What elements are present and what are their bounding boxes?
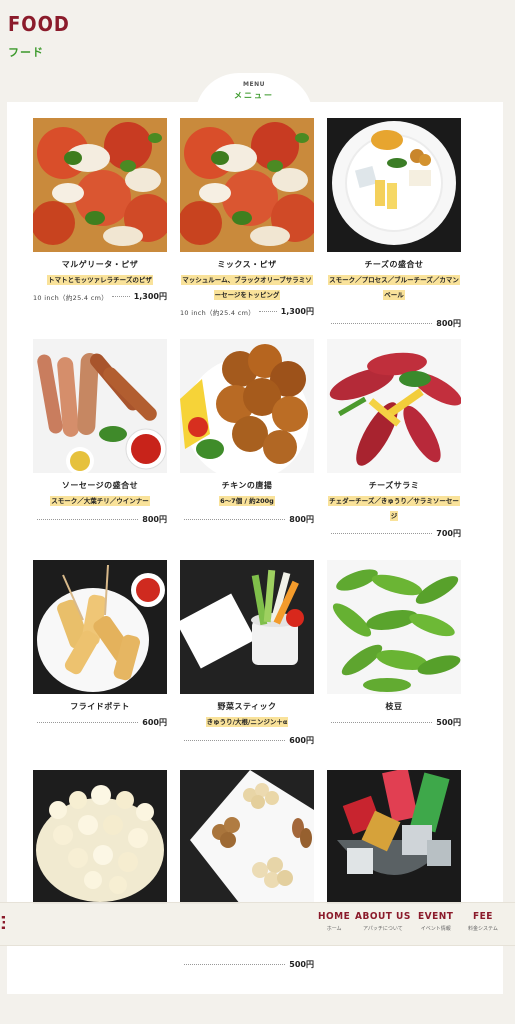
menu-panel: マルゲリータ・ピザ トマトとモッツァレラチーズのピザ 10 inch（約25.4… [7, 102, 503, 994]
leader-dots [331, 533, 433, 534]
item-desc: チェダーチーズ／きゅうり／サラミソーセージ [328, 496, 460, 521]
price-row: 500円 [180, 959, 314, 970]
item-price: 800円 [289, 515, 314, 524]
item-price: 500円 [289, 960, 314, 969]
leader-dots [184, 519, 286, 520]
item-desc: スモーク／プロセス／ブルーチーズ／カマンベール [328, 275, 460, 300]
item-desc: 6～7個 / 約200g [219, 496, 275, 506]
price-row: 500円 [327, 717, 461, 728]
leader-dots [37, 722, 139, 723]
bottom-nav-bar: Ξ HOME ホーム ABOUT US アパッチについて EVENT イベント情… [0, 902, 515, 946]
cheese-photo [327, 118, 461, 252]
nav-event-label: EVENT [418, 911, 454, 922]
nav-logo-edge[interactable]: Ξ [0, 913, 5, 933]
item-name: 枝豆 [385, 702, 403, 711]
nav-fee-label: FEE [472, 911, 493, 922]
nav-home-sublabel: ホーム [326, 926, 342, 932]
nav-fee[interactable]: FEE 料金システム [468, 911, 498, 932]
item-desc: トマトとモッツァレラチーズのピザ [47, 275, 153, 285]
item-desc: スモーク／大葉チリ／ウインナー [50, 496, 150, 506]
item-price: 800円 [436, 319, 461, 328]
item-price: 500円 [436, 718, 461, 727]
item-price: 600円 [142, 718, 167, 727]
vegetable-sticks-photo [180, 560, 314, 694]
leader-dots [112, 296, 130, 297]
item-price: 600円 [289, 736, 314, 745]
pizza-photo [180, 118, 314, 252]
item-price: 1,300円 [280, 307, 314, 316]
item-name: ミックス・ピザ [217, 260, 277, 269]
page-subtitle: フード [8, 46, 44, 59]
pizza-photo [33, 118, 167, 252]
leader-dots [331, 722, 433, 723]
item-name: チーズサラミ [368, 481, 420, 490]
item-desc: きゅうり/大根/ニンジン＋α [205, 717, 289, 727]
item-desc: マッシュルーム、ブラックオリーブサラミソーセージをトッピング [181, 275, 313, 300]
price-row: 700円 [327, 528, 461, 539]
leader-dots [331, 323, 433, 324]
nav-about-us[interactable]: ABOUT US アパッチについて [355, 911, 411, 932]
item-price: 700円 [436, 529, 461, 538]
chicken-photo [180, 339, 314, 473]
candy-photo [327, 770, 461, 904]
nav-about-sublabel: アパッチについて [363, 926, 403, 932]
item-price: 1,300円 [133, 292, 167, 301]
price-row: 600円 [180, 735, 314, 746]
price-row: 800円 [327, 318, 461, 329]
price-row: 800円 [180, 514, 314, 525]
nav-event-sublabel: イベント情報 [420, 926, 451, 932]
sausage-photo [33, 339, 167, 473]
leader-dots [259, 311, 277, 312]
item-price: 800円 [142, 515, 167, 524]
item-name: フライドポテト [70, 702, 130, 711]
price-row: 800円 [33, 514, 167, 525]
leader-dots [37, 519, 139, 520]
nav-home-label: HOME [318, 911, 351, 922]
item-name: マルゲリータ・ピザ [61, 260, 139, 269]
leader-dots [184, 740, 286, 741]
nav-about-label: ABOUT US [355, 911, 411, 922]
fries-photo [33, 560, 167, 694]
item-name: チーズの盛合せ [364, 260, 424, 269]
menu-tab-jp: メニュー [234, 91, 274, 100]
menu-tab-en: MENU [243, 81, 265, 88]
salami-photo [327, 339, 461, 473]
page-title: FOOD [8, 12, 70, 36]
page-heading: FOOD フード [8, 12, 70, 60]
popcorn-photo [33, 770, 167, 904]
nuts-photo [180, 770, 314, 904]
item-size: 10 inch（約25.4 cm） [180, 308, 256, 317]
leader-dots [184, 964, 286, 965]
edamame-photo [327, 560, 461, 694]
nav-home[interactable]: HOME ホーム [318, 911, 350, 932]
price-row: 10 inch（約25.4 cm） 1,300円 [180, 306, 314, 317]
price-row: 600円 [33, 717, 167, 728]
item-name: ソーセージの盛合せ [61, 481, 139, 490]
nav-event[interactable]: EVENT イベント情報 [418, 911, 453, 932]
item-name: チキンの唐揚 [221, 481, 273, 490]
price-row: 10 inch（約25.4 cm） 1,300円 [33, 291, 167, 302]
item-name: 野菜スティック [217, 702, 277, 711]
item-size: 10 inch（約25.4 cm） [33, 293, 109, 302]
nav-fee-sublabel: 料金システム [468, 926, 498, 932]
